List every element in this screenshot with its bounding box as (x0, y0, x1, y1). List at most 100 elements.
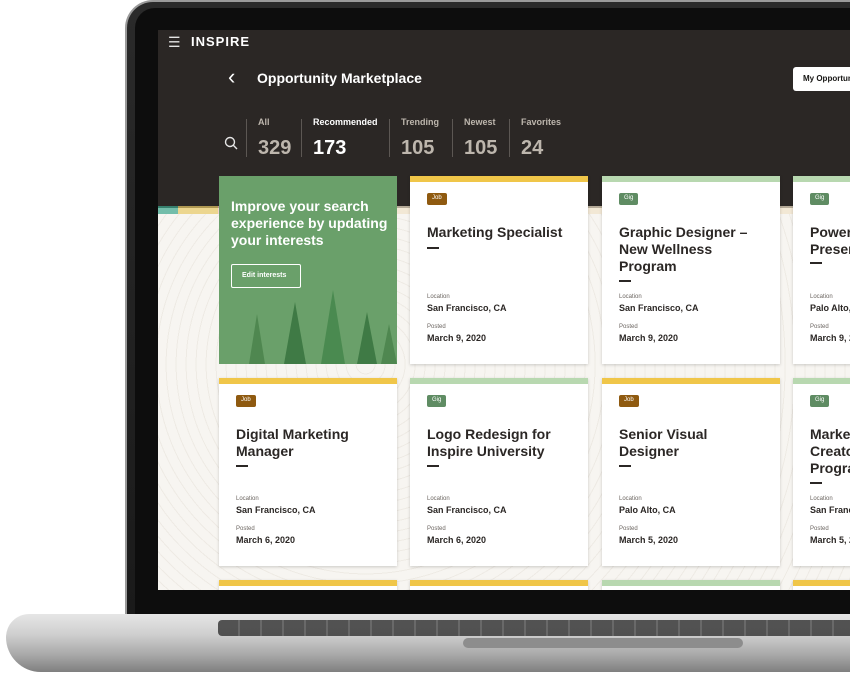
job-badge: Job (619, 395, 639, 407)
chevron-left-icon[interactable]: ‹ (228, 66, 235, 88)
opportunity-card[interactable] (219, 580, 397, 590)
posted-label: Posted (810, 324, 829, 330)
location-label: Location (619, 496, 642, 502)
card-title: Marke Creato Progra (810, 426, 850, 476)
app-screen: ☰ INSPIRE ‹ Opportunity Marketplace My O… (158, 30, 850, 590)
hamburger-icon[interactable]: ☰ (168, 34, 181, 51)
posted-value: March 9, 2 (810, 333, 850, 343)
posted-value: March 5, 2020 (619, 535, 679, 545)
card-title: Senior Visual Designer (619, 426, 708, 459)
opportunity-card[interactable]: Gig Logo Redesign for Inspire University… (410, 378, 588, 566)
title-underline (810, 482, 822, 484)
trees-illustration (249, 290, 397, 364)
posted-label: Posted (427, 526, 446, 532)
title-underline (236, 465, 248, 467)
search-icon[interactable] (224, 136, 238, 150)
filter-count: 24 (521, 137, 544, 159)
filter-count: 329 (258, 137, 292, 159)
card-title: Graphic Designer – New Wellness Program (619, 224, 748, 274)
location-label: Location (427, 496, 450, 502)
opportunity-card[interactable] (602, 580, 780, 590)
app-logo[interactable]: INSPIRE (191, 34, 250, 49)
job-badge: Job (236, 395, 256, 407)
card-accent (793, 176, 850, 182)
card-title: Logo Redesign for Inspire University (427, 426, 551, 459)
filter-separator (509, 119, 510, 157)
keyboard (218, 620, 850, 636)
card-accent (793, 580, 850, 586)
filter-trending[interactable]: Trending 105 (389, 117, 439, 159)
filter-label: Recommended (313, 117, 378, 127)
opportunity-card[interactable]: Gig Graphic Designer – New Wellness Prog… (602, 176, 780, 364)
opportunity-card[interactable]: Job Marketing Specialist Location San Fr… (410, 176, 588, 364)
location-label: Location (427, 294, 450, 300)
filter-separator (452, 119, 453, 157)
filter-separator (301, 119, 302, 157)
gig-badge: Gig (619, 193, 639, 205)
filter-newest[interactable]: Newest 105 (452, 117, 498, 159)
card-accent (219, 378, 397, 384)
posted-value: March 9, 2020 (619, 333, 679, 343)
card-accent (602, 176, 780, 182)
gig-badge: Gig (427, 395, 447, 407)
location-value: San Francisco, CA (619, 303, 699, 313)
posted-label: Posted (236, 526, 255, 532)
card-title: Digital Marketing Manager (236, 426, 349, 459)
location-label: Location (810, 496, 833, 502)
page-title: Opportunity Marketplace (257, 70, 422, 86)
opportunity-card[interactable] (793, 580, 850, 590)
posted-value: March 6, 2020 (236, 535, 296, 545)
location-label: Location (810, 294, 833, 300)
opportunity-card[interactable] (410, 580, 588, 590)
filter-label: Favorites (521, 117, 562, 127)
card-accent (793, 378, 850, 384)
posted-label: Posted (427, 324, 446, 330)
filter-separator (246, 119, 247, 157)
opportunity-card[interactable]: Job Digital Marketing Manager Location S… (219, 378, 397, 566)
location-value: Palo Alto, CA (619, 505, 676, 515)
location-label: Location (236, 496, 259, 502)
location-value: San Francisco, CA (427, 303, 507, 313)
filter-all[interactable]: All 329 (246, 117, 292, 159)
gig-badge: Gig (810, 193, 830, 205)
opportunity-card[interactable]: Gig Marke Creato Progra Location San Fra… (793, 378, 850, 566)
posted-value: March 6, 2020 (427, 535, 487, 545)
card-title: Marketing Specialist (427, 224, 563, 240)
card-accent (410, 176, 588, 182)
trackpad (463, 638, 743, 648)
filter-label: Trending (401, 117, 439, 127)
promo-text: Improve your search experience by updati… (231, 198, 388, 248)
promo-card: Improve your search experience by updati… (219, 176, 397, 364)
title-underline (619, 280, 631, 282)
filter-label: All (258, 117, 270, 127)
location-value: Palo Alto, (810, 303, 850, 313)
filter-recommended[interactable]: Recommended 173 (301, 117, 378, 159)
posted-label: Posted (619, 526, 638, 532)
filter-label: Newest (464, 117, 496, 127)
card-accent (410, 580, 588, 586)
card-title: Power Presen (810, 224, 850, 257)
filter-count: 105 (401, 137, 435, 159)
filter-count: 173 (313, 137, 347, 159)
card-accent (410, 378, 588, 384)
title-underline (427, 247, 439, 249)
laptop-mockup: ☰ INSPIRE ‹ Opportunity Marketplace My O… (0, 0, 850, 677)
filter-favorites[interactable]: Favorites 24 (509, 117, 562, 159)
posted-value: March 9, 2020 (427, 333, 487, 343)
title-underline (619, 465, 631, 467)
filter-count: 105 (464, 137, 498, 159)
card-accent (219, 580, 397, 586)
card-accent (602, 580, 780, 586)
opportunity-card[interactable]: Job Senior Visual Designer Location Palo… (602, 378, 780, 566)
posted-label: Posted (619, 324, 638, 330)
location-value: San Francisco, CA (236, 505, 316, 515)
my-opportunities-button[interactable]: My Opportun (793, 67, 850, 91)
filter-separator (389, 119, 390, 157)
location-value: San Francisco, CA (427, 505, 507, 515)
title-underline (810, 262, 822, 264)
location-value: San Franc (810, 505, 850, 515)
posted-value: March 5, 2 (810, 535, 850, 545)
opportunity-card[interactable]: Gig Power Presen Location Palo Alto, Pos… (793, 176, 850, 364)
job-badge: Job (427, 193, 447, 205)
title-underline (427, 465, 439, 467)
